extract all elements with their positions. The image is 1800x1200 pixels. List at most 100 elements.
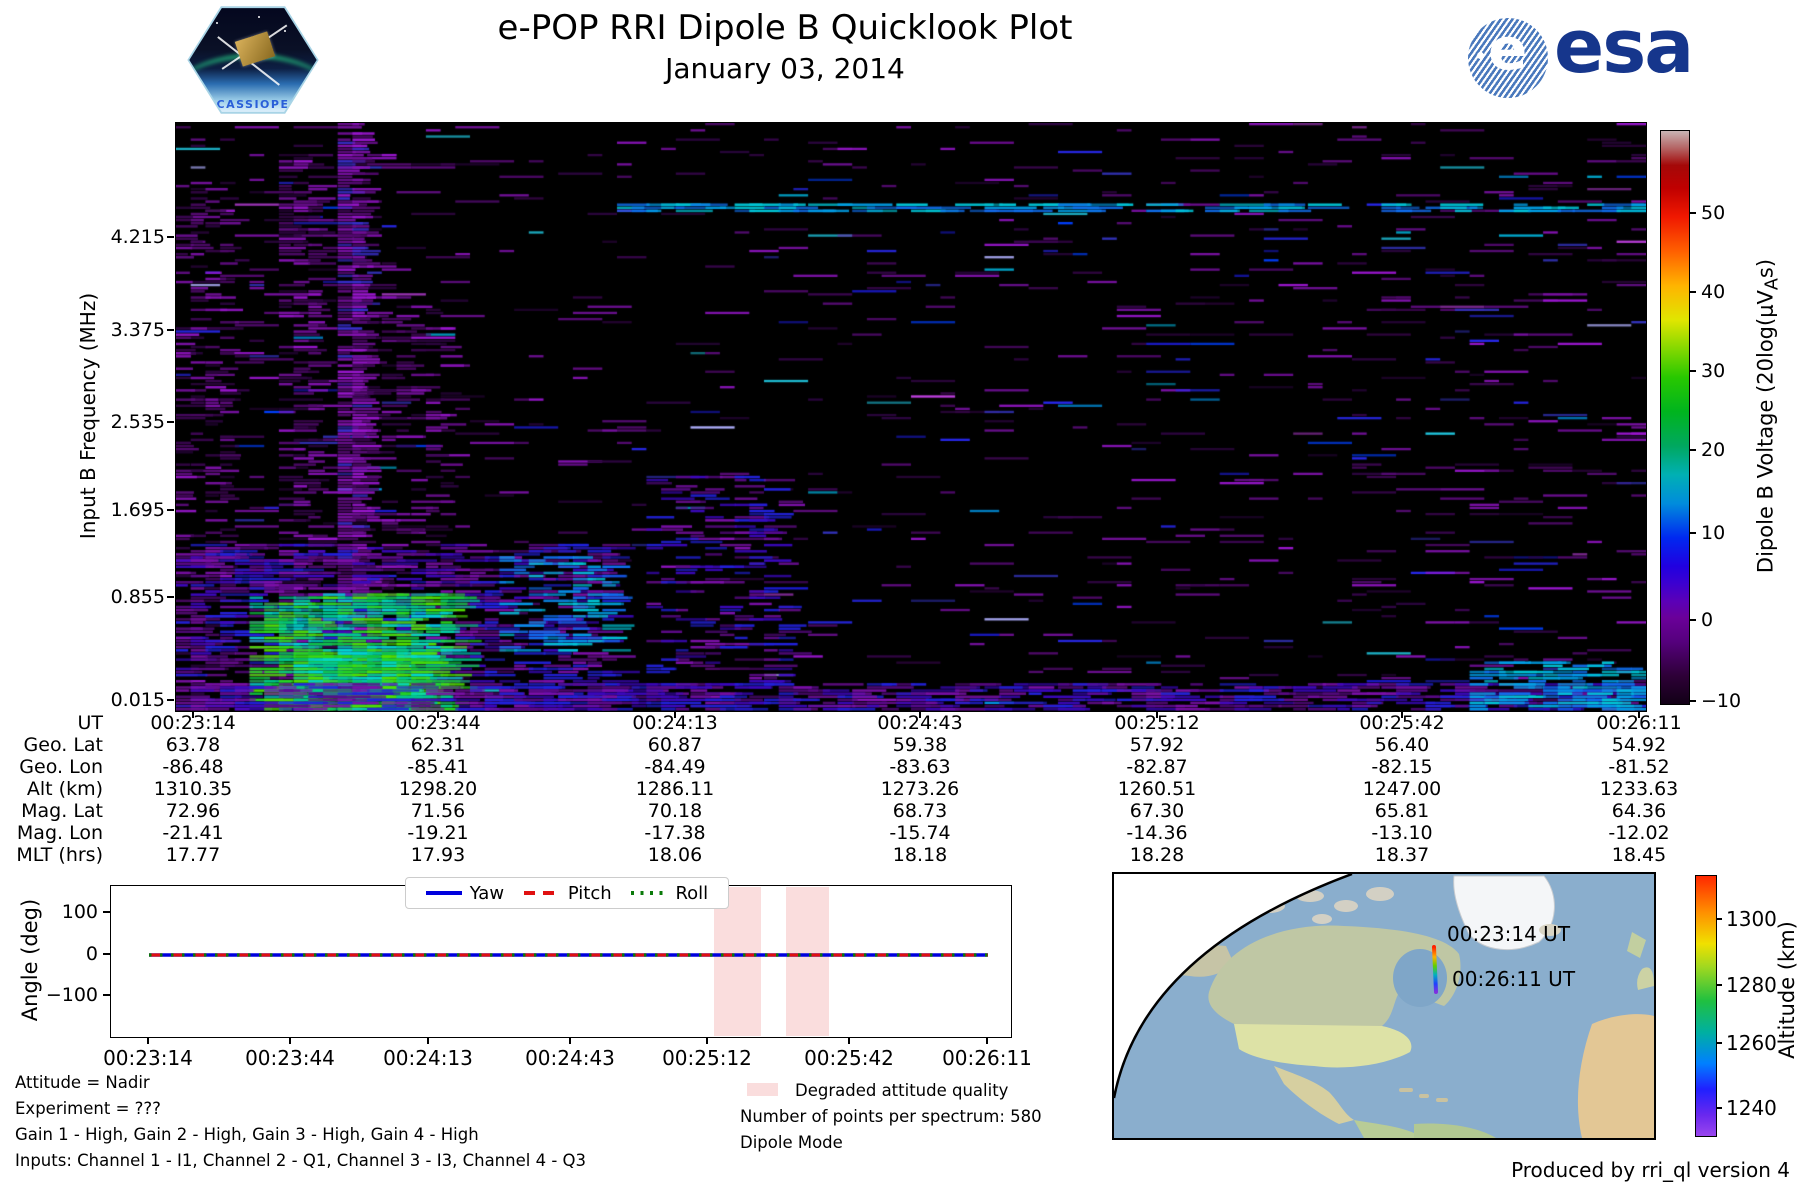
- attitude-legend: Yaw Pitch Roll: [405, 877, 729, 909]
- attitude-xtick: 00:24:13: [383, 1046, 473, 1070]
- ephemeris-row-labels: UT Geo. Lat Geo. Lon Alt (km) Mag. Lat M…: [0, 712, 103, 866]
- degraded-quality-swatch: [747, 1083, 778, 1096]
- ephemeris-value: 67.30: [1129, 800, 1185, 822]
- ephemeris-value: 54.92: [1611, 734, 1667, 756]
- attitude-ytick: 0: [85, 943, 98, 965]
- tick-mark: [706, 1037, 708, 1044]
- ephemeris-value: -21.41: [162, 822, 224, 844]
- ephemeris-column: 00:24:13 60.87 -84.49 1286.11 70.18 -17.…: [595, 712, 755, 866]
- tick-mark: [569, 1037, 571, 1044]
- tick-mark: [103, 953, 110, 955]
- ephemeris-value: 00:24:43: [877, 712, 963, 734]
- ephemeris-value: 70.18: [647, 800, 703, 822]
- ephemeris-column: 00:26:11 54.92 -81.52 1233.63 64.36 -12.…: [1559, 712, 1719, 866]
- ephemeris-value: 65.81: [1374, 800, 1430, 822]
- legend-entry-pitch: Pitch: [523, 882, 612, 904]
- esa-globe-e: e: [1488, 15, 1528, 83]
- colorbar-label: Dipole B Voltage (20log(μVAs): [1753, 259, 1782, 573]
- tick-mark: [147, 1037, 149, 1044]
- ephemeris-value: -19.21: [407, 822, 469, 844]
- ephemeris-value: -83.63: [889, 756, 951, 778]
- colorbar-tick: −10: [1701, 690, 1742, 712]
- ephemeris-value: 60.87: [647, 734, 703, 756]
- ephemeris-value: 64.36: [1611, 800, 1667, 822]
- credit-line: Produced by rri_ql version 4: [1511, 1158, 1790, 1182]
- tick-mark: [1716, 1107, 1722, 1109]
- tick-mark: [289, 1037, 291, 1044]
- altitude-colorbar: [1695, 875, 1717, 1137]
- points-per-spectrum-note: Number of points per spectrum: 580: [740, 1107, 1042, 1126]
- attitude-xtick: 00:24:43: [525, 1046, 615, 1070]
- ephemeris-value: 00:23:14: [150, 712, 236, 734]
- colorbar-tick: 0: [1701, 609, 1714, 631]
- colorbar-label-sub: A: [1762, 278, 1783, 291]
- ephemeris-value: 1260.51: [1117, 778, 1197, 800]
- spectrogram-ytick: 1.695: [110, 499, 165, 521]
- spectrogram-ytick: 3.375: [110, 319, 165, 341]
- tick-mark: [103, 911, 110, 913]
- colorbar-tick: 40: [1701, 281, 1726, 303]
- tick-mark: [1689, 370, 1696, 372]
- altitude-colorbar-label: Altitude (km): [1775, 921, 1799, 1059]
- yaw-line-swatch: [425, 891, 462, 895]
- cassiope-logo-art: CASSIOPE: [189, 8, 317, 112]
- attitude-xtick: 00:23:14: [103, 1046, 193, 1070]
- track-end-label: 00:26:11 UT: [1452, 967, 1576, 991]
- spectrogram-canvas: [176, 123, 1646, 711]
- spectrogram-plot: [175, 122, 1647, 712]
- ephemeris-value: 1247.00: [1362, 778, 1442, 800]
- ephemeris-value: 56.40: [1374, 734, 1430, 756]
- tick-mark: [1716, 1042, 1722, 1044]
- colorbar-tick: 20: [1701, 439, 1726, 461]
- ephemeris-row-label: MLT (hrs): [16, 844, 103, 866]
- tick-mark: [1689, 212, 1696, 214]
- ephemeris-value: 72.96: [165, 800, 221, 822]
- pitch-line-swatch: [523, 891, 560, 895]
- ephemeris-row-label: Mag. Lat: [21, 800, 103, 822]
- attitude-ytick: 100: [61, 901, 98, 923]
- ephemeris-value: 1286.11: [635, 778, 715, 800]
- attitude-xtick: 00:23:44: [245, 1046, 335, 1070]
- ephemeris-value: 1310.35: [153, 778, 233, 800]
- degraded-quality-label: Degraded attitude quality: [795, 1081, 1009, 1100]
- ephemeris-value: 1298.20: [398, 778, 478, 800]
- ephemeris-value: -84.49: [644, 756, 706, 778]
- ephemeris-value: -14.36: [1126, 822, 1188, 844]
- ephemeris-value: 1273.26: [880, 778, 960, 800]
- ephemeris-value: 17.93: [410, 844, 466, 866]
- tick-mark: [1689, 619, 1696, 621]
- tick-mark: [427, 1037, 429, 1044]
- colorbar-tick: 30: [1701, 360, 1726, 382]
- ephemeris-value: 18.28: [1129, 844, 1185, 866]
- quicklook-figure: CASSIOPE e-POP RRI Dipole B Quicklook Pl…: [0, 0, 1800, 1200]
- attitude-note: Attitude = Nadir: [15, 1073, 150, 1092]
- attitude-xtick: 00:25:42: [804, 1046, 894, 1070]
- mode-note: Dipole Mode: [740, 1133, 843, 1152]
- legend-label: Pitch: [567, 882, 612, 904]
- voltage-colorbar: [1660, 130, 1690, 705]
- ephemeris-value: 18.37: [1374, 844, 1430, 866]
- altitude-colorbar-tick: 1300: [1726, 907, 1777, 931]
- esa-globe-dot: [1477, 52, 1484, 59]
- roll-line-swatch: [631, 891, 668, 895]
- tick-mark: [167, 699, 174, 701]
- tick-mark: [1689, 700, 1696, 702]
- ephemeris-column: 00:23:14 63.78 -86.48 1310.35 72.96 -21.…: [113, 712, 273, 866]
- tick-mark: [103, 994, 110, 996]
- legend-label: Roll: [675, 882, 709, 904]
- cassiope-logo: CASSIOPE: [187, 6, 319, 114]
- tick-mark: [986, 1037, 988, 1044]
- ephemeris-column: 00:23:44 62.31 -85.41 1298.20 71.56 -19.…: [358, 712, 518, 866]
- ephemeris-column: 00:25:42 56.40 -82.15 1247.00 65.81 -13.…: [1322, 712, 1482, 866]
- spectrogram-ytick: 2.535: [110, 411, 165, 433]
- ephemeris-row-label: Geo. Lat: [23, 734, 103, 756]
- ephemeris-column: 00:24:43 59.38 -83.63 1273.26 68.73 -15.…: [840, 712, 1000, 866]
- ephemeris-value: 00:25:42: [1359, 712, 1445, 734]
- ephemeris-value: 00:25:12: [1114, 712, 1200, 734]
- star-dot: [284, 30, 286, 32]
- tick-mark: [1689, 291, 1696, 293]
- ephemeris-row-label: UT: [77, 712, 103, 734]
- world-map: [1114, 874, 1654, 1138]
- attitude-xtick: 00:26:11: [942, 1046, 1032, 1070]
- colorbar-tick: 10: [1701, 522, 1726, 544]
